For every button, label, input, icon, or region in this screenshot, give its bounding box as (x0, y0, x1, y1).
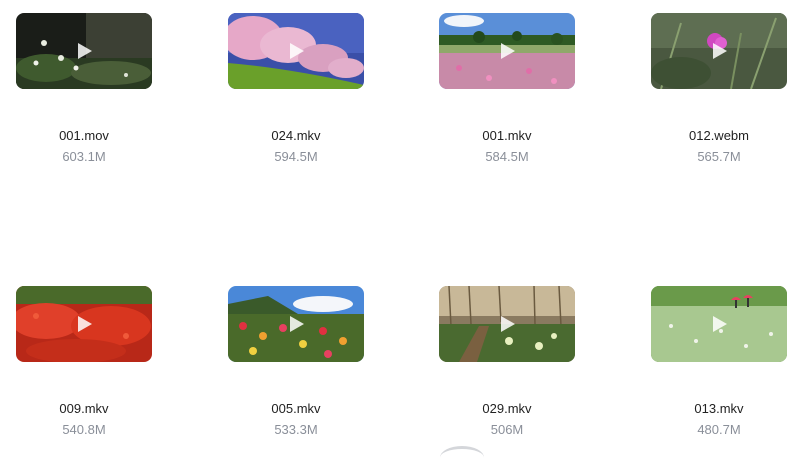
file-size: 603.1M (62, 149, 106, 164)
file-name: 001.mov (59, 128, 109, 143)
play-icon[interactable] (289, 42, 305, 60)
video-thumbnail[interactable] (651, 13, 787, 89)
file-name: 029.mkv (482, 401, 532, 416)
file-name: 013.mkv (694, 401, 744, 416)
video-card[interactable]: 029.mkv 506M (439, 286, 575, 437)
play-icon[interactable] (712, 315, 728, 333)
video-card[interactable]: 005.mkv 533.3M (228, 286, 364, 437)
video-card[interactable]: 024.mkv 594.5M (228, 13, 364, 164)
video-card[interactable]: 012.webm 565.7M (651, 13, 787, 164)
play-icon[interactable] (289, 315, 305, 333)
video-card[interactable]: 001.mkv 584.5M (439, 13, 575, 164)
file-size: 565.7M (697, 149, 741, 164)
file-size: 540.8M (62, 422, 106, 437)
file-size: 480.7M (697, 422, 741, 437)
file-size: 594.5M (274, 149, 318, 164)
play-icon[interactable] (500, 42, 516, 60)
video-thumbnail[interactable] (228, 13, 364, 89)
file-name: 009.mkv (59, 401, 109, 416)
video-grid: 001.mov 603.1M 024.mkv 594.5M 001.mkv 58… (0, 0, 800, 451)
video-thumbnail[interactable] (439, 286, 575, 362)
loading-spinner (440, 446, 484, 469)
video-thumbnail[interactable] (16, 13, 152, 89)
video-thumbnail[interactable] (651, 286, 787, 362)
file-name: 012.webm (689, 128, 749, 143)
video-card[interactable]: 001.mov 603.1M (16, 13, 152, 164)
file-size: 584.5M (485, 149, 529, 164)
file-size: 506M (490, 422, 524, 437)
video-card[interactable]: 013.mkv 480.7M (651, 286, 787, 437)
play-icon[interactable] (77, 42, 93, 60)
play-icon[interactable] (712, 42, 728, 60)
video-thumbnail[interactable] (228, 286, 364, 362)
file-name: 001.mkv (482, 128, 532, 143)
video-thumbnail[interactable] (16, 286, 152, 362)
play-icon[interactable] (77, 315, 93, 333)
video-thumbnail[interactable] (439, 13, 575, 89)
play-icon[interactable] (500, 315, 516, 333)
video-card[interactable]: 009.mkv 540.8M (16, 286, 152, 437)
file-name: 024.mkv (271, 128, 321, 143)
file-name: 005.mkv (271, 401, 321, 416)
file-size: 533.3M (274, 422, 318, 437)
